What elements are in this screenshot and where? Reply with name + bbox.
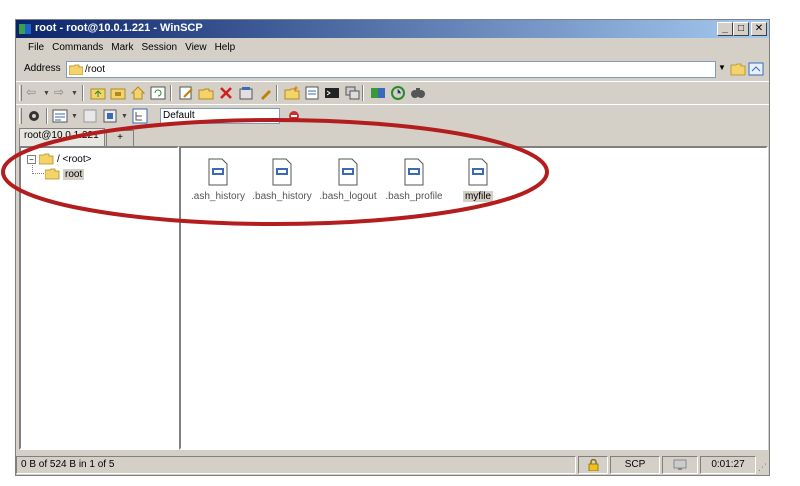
winscp-app-icon [19,24,31,34]
file-icon [338,158,358,186]
root-directory-icon[interactable] [110,85,126,101]
tree-node-root-label: / <root> [57,153,92,165]
resize-grip-icon[interactable]: ⋰ [758,462,767,473]
refresh-view-icon[interactable] [748,62,764,76]
menu-commands[interactable]: Commands [48,40,107,57]
status-protocol: SCP [610,456,660,474]
address-bar: Address /root ▼ [16,60,769,79]
status-bar: 0 B of 524 B in 1 of 5 SCP 0:01:27 ⋰ [16,454,769,476]
window-title: root - root@10.0.1.221 - WinSCP [35,22,203,34]
folder-open-icon [39,153,54,165]
file-name: .bash_profile [385,191,443,202]
close-button[interactable]: ✕ [751,22,767,36]
winscp-window: root - root@10.0.1.221 - WinSCP _ □ ✕ Fi… [15,19,770,476]
tree-node-root[interactable]: − / <root> [27,153,91,165]
toolbar-separator [170,85,172,101]
tree-node-child-label: root [63,168,85,180]
file-icon [208,158,228,186]
tab-new-session[interactable]: + [106,130,134,146]
file-icon [272,158,292,186]
file-item-selected[interactable]: myfile [443,158,513,202]
transfer-settings-dropdown[interactable]: Default [160,108,280,124]
tree-connector [32,173,44,174]
file-list-pane[interactable]: .ash_history .bash_history .bash_logout … [179,146,768,450]
delete-icon[interactable] [218,85,234,101]
toolbar-separator [82,85,84,101]
address-label: Address [24,63,61,74]
new-folder-icon[interactable] [284,85,300,101]
transfer-toolbar: ▼ ▼ Default [16,104,769,126]
menu-mark[interactable]: Mark [107,40,137,57]
preferences-dropdown-icon[interactable]: ▼ [121,113,128,120]
menu-bar: File Commands Mark Session View Help [16,40,769,57]
forward-arrow-icon[interactable]: ⇨ [54,85,70,101]
file-icon [468,158,488,186]
home-directory-icon[interactable] [130,85,146,101]
add-edit-link-icon[interactable] [304,85,320,101]
tree-node-child[interactable]: root [45,168,85,180]
maximize-button[interactable]: □ [733,22,749,36]
find-files-icon[interactable] [410,85,426,101]
console-icon[interactable] [324,85,340,101]
address-dropdown-icon[interactable]: ▼ [718,63,726,72]
file-name: .bash_history [252,191,312,202]
file-icon [404,158,424,186]
menu-file[interactable]: File [24,40,48,57]
toolbar-separator [46,108,48,124]
synchronize-icon[interactable] [370,85,386,101]
edit-icon[interactable] [178,85,194,101]
file-name: .ash_history [191,191,245,202]
menu-help[interactable]: Help [211,40,240,57]
folder-icon [45,168,60,180]
back-dropdown-icon[interactable]: ▼ [43,90,50,97]
tree-toggle-icon[interactable] [132,108,148,124]
keep-up-to-date-icon[interactable] [390,85,406,101]
refresh-icon[interactable] [150,85,166,101]
status-connection-cell [662,456,698,474]
toolbar-grip[interactable] [19,108,22,124]
parent-directory-icon[interactable] [90,85,106,101]
window-controls: _ □ ✕ [717,22,767,36]
folder-icon [69,64,83,75]
toolbar-grip[interactable] [19,85,22,101]
menu-session[interactable]: Session [138,40,182,57]
putty-icon[interactable] [344,85,360,101]
view-mode-icon[interactable] [52,108,68,124]
file-item[interactable]: .ash_history [183,158,253,202]
status-elapsed: 0:01:27 [700,456,756,474]
directory-tree-pane[interactable]: − / <root> root [19,146,179,450]
open-folder-icon[interactable] [730,62,746,76]
toolbar-separator [362,85,364,101]
status-summary: 0 B of 524 B in 1 of 5 [16,456,576,474]
file-name: .bash_logout [319,191,377,202]
title-bar[interactable]: root - root@10.0.1.221 - WinSCP _ □ ✕ [16,20,769,38]
session-tabs: root@10.0.1.221 + [16,128,769,146]
sort-icon[interactable] [82,108,98,124]
menu-view[interactable]: View [181,40,211,57]
network-icon [673,459,687,470]
file-name: myfile [462,191,494,202]
address-path: /root [85,64,106,75]
back-arrow-icon[interactable]: ⇦ [26,85,42,101]
file-item[interactable]: .bash_profile [379,158,449,202]
forward-dropdown-icon[interactable]: ▼ [71,90,78,97]
tab-session[interactable]: root@10.0.1.221 [19,128,105,146]
address-input[interactable]: /root [66,61,716,78]
toolbar-separator [276,85,278,101]
file-item[interactable]: .bash_logout [313,158,383,202]
rename-icon[interactable] [258,85,274,101]
view-mode-dropdown-icon[interactable]: ▼ [71,113,78,120]
lock-icon [588,458,598,472]
status-lock-cell [578,456,608,474]
preferences-icon[interactable] [102,108,118,124]
transfer-settings-icon[interactable] [286,108,302,124]
open-icon[interactable] [198,85,214,101]
navigation-toolbar: ⇦ ▼ ⇨ ▼ [16,81,769,103]
minimize-button[interactable]: _ [717,22,733,36]
gear-icon[interactable] [26,108,42,124]
collapse-icon[interactable]: − [27,154,36,164]
file-item[interactable]: .bash_history [247,158,317,202]
properties-icon[interactable] [238,85,254,101]
